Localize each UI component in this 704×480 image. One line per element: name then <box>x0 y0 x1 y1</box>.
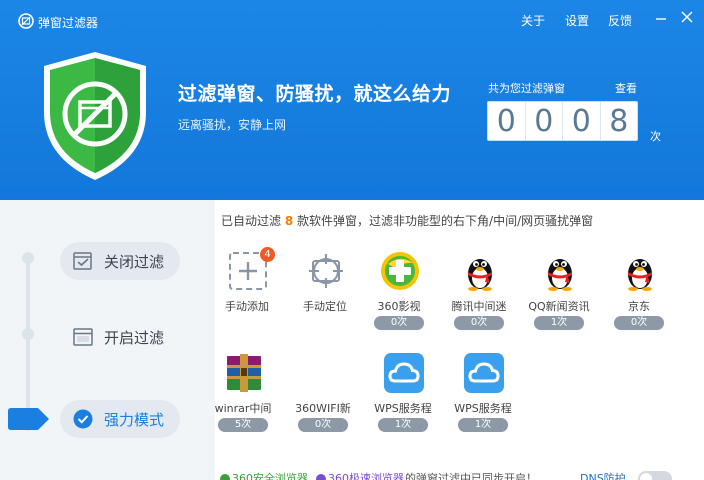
slider-stop[interactable] <box>22 252 34 264</box>
counter-digit: 8 <box>609 103 629 139</box>
counter-digit: 0 <box>488 102 526 140</box>
360-safe-browser-icon <box>220 474 230 480</box>
mode-label: 开启过滤 <box>104 328 165 347</box>
mode-label: 强力模式 <box>104 410 165 429</box>
winrar-icon <box>227 354 261 392</box>
app-count: 1次 <box>534 316 584 330</box>
app-name: winrar中间 <box>214 402 272 415</box>
cloud-icon <box>464 353 504 393</box>
mode-slider-track[interactable] <box>26 256 30 431</box>
app-logo-icon <box>18 13 34 29</box>
filter-summary: 已自动过滤 8 款软件弹窗，过滤非功能型的右下角/中间/网页骚扰弹窗 <box>221 212 593 229</box>
app-name: 手动添加 <box>225 300 269 313</box>
slider-stop[interactable] <box>22 328 34 340</box>
check-box-icon <box>72 250 94 272</box>
minimize-icon[interactable] <box>652 8 670 26</box>
slider-pointer-icon[interactable] <box>8 408 50 430</box>
browser-link-360-safe[interactable]: 360安全浏览器 <box>220 470 308 480</box>
dns-protect-toggle[interactable] <box>638 471 672 480</box>
app-jd[interactable]: 京东 0次 <box>600 250 678 340</box>
app-badge: 4 <box>260 247 275 262</box>
link-text: 360极速浏览器 <box>328 472 404 480</box>
app-tencent[interactable]: 腾讯中间迷 0次 <box>440 250 518 340</box>
app-count: 1次 <box>458 418 508 432</box>
app-count: 5次 <box>218 418 268 432</box>
counter-digit: 0 <box>526 102 563 140</box>
headline: 过滤弹窗、防骚扰，就这么给力 <box>178 83 452 105</box>
app-name: 京东 <box>628 300 650 313</box>
app-manual-add[interactable]: 4 手动添加 <box>208 247 286 340</box>
dns-protect-label: DNS防护 <box>580 472 626 480</box>
360-video-icon <box>381 252 419 290</box>
subline: 远离骚扰，安静上网 <box>178 118 287 132</box>
app-name: 360WIFI新 <box>295 402 351 415</box>
360-speed-browser-icon <box>316 474 326 480</box>
app-name: 360影视 <box>377 300 421 313</box>
bottom-note: 的弹窗过滤中已同步开启！ <box>405 472 537 480</box>
app-360wifi[interactable]: 360WIFI新 0次 <box>284 352 362 442</box>
app-count: 0次 <box>454 316 504 330</box>
mode-close-filter[interactable]: 关闭过滤 <box>60 242 180 280</box>
app-name: WPS服务程 <box>454 402 512 415</box>
summary-prefix: 已自动过滤 <box>221 214 282 228</box>
mode-panel: 关闭过滤 开启过滤 强力模式 <box>0 200 215 480</box>
check-circle-icon <box>72 408 94 430</box>
crosshair-icon <box>309 254 343 288</box>
mode-strong[interactable]: 强力模式 <box>60 400 180 438</box>
qq-penguin-icon <box>628 259 652 291</box>
app-qq-news[interactable]: QQ新闻资讯 1次 <box>520 250 598 340</box>
qq-penguin-icon <box>468 259 492 291</box>
close-icon[interactable] <box>678 8 696 26</box>
counter-view-link[interactable]: 查看 <box>615 80 637 96</box>
app-count: 1次 <box>378 418 428 432</box>
counter-label: 共为您过滤弹窗 <box>488 82 565 95</box>
browser-link-360-speed[interactable]: 360极速浏览器 <box>316 470 404 480</box>
app-wps-service[interactable]: WPS服务程 1次 <box>364 352 442 442</box>
window-icon <box>72 326 94 348</box>
app-count: 0次 <box>614 316 664 330</box>
link-text: 360安全浏览器 <box>232 472 308 480</box>
window-title: 弹窗过滤器 <box>38 16 99 30</box>
menu-settings[interactable]: 设置 <box>565 12 589 29</box>
cloud-icon <box>384 353 424 393</box>
app-wps-service-2[interactable]: WPS服务程 1次 <box>444 352 522 442</box>
app-name: QQ新闻资讯 <box>528 300 590 313</box>
header-banner: 弹窗过滤器 关于 设置 反馈 过滤弹窗、防骚扰，就这么给力 远离骚扰，安静上网 … <box>0 0 704 200</box>
qq-penguin-icon <box>548 259 572 291</box>
app-count: 0次 <box>374 316 424 330</box>
counter-unit: 次 <box>650 130 661 143</box>
app-360-video[interactable]: 360影视 0次 <box>360 250 438 340</box>
app-name: 手动定位 <box>303 300 347 313</box>
menu-about[interactable]: 关于 <box>521 12 545 29</box>
toggle-knob <box>640 473 652 480</box>
menu-feedback[interactable]: 反馈 <box>608 12 632 29</box>
summary-count: 8 <box>284 214 294 228</box>
app-count: 0次 <box>298 418 348 432</box>
filter-counter: 0 0 0 8 <box>487 101 638 141</box>
summary-suffix: 款软件弹窗，过滤非功能型的右下角/中间/网页骚扰弹窗 <box>297 214 594 228</box>
shield-icon <box>44 52 146 180</box>
app-name: 腾讯中间迷 <box>451 300 507 313</box>
app-name: WPS服务程 <box>374 402 432 415</box>
mode-open-filter[interactable]: 开启过滤 <box>60 318 180 356</box>
counter-digit: 0 <box>563 102 601 140</box>
mode-label: 关闭过滤 <box>104 252 165 271</box>
app-winrar[interactable]: winrar中间 5次 <box>204 352 282 442</box>
app-manual-locate[interactable]: 手动定位 <box>286 250 364 340</box>
